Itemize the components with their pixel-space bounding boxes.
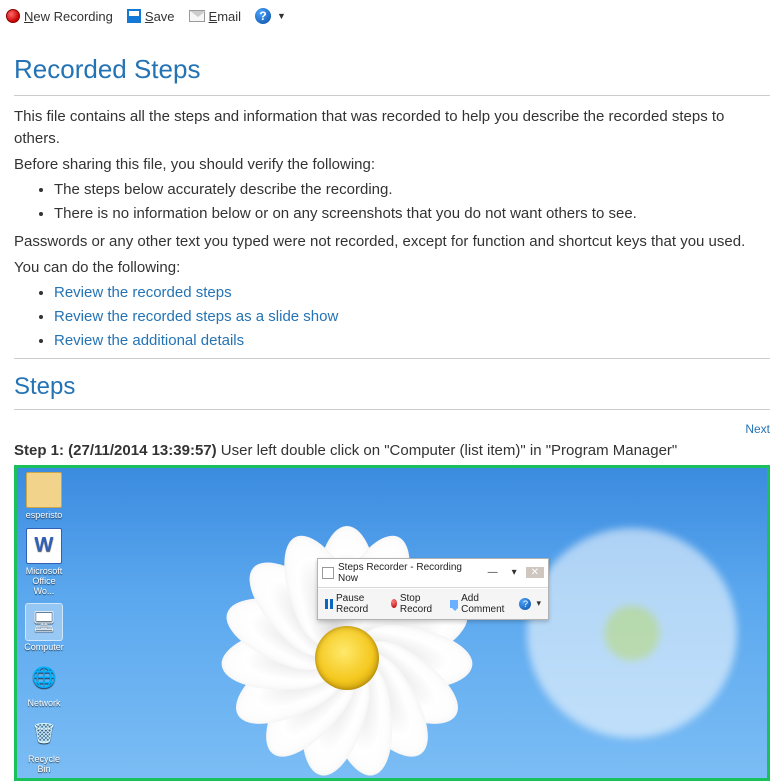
step-description: Step 1: (27/11/2014 13:39:57) User left … xyxy=(14,442,770,459)
intro-text: Before sharing this file, you should ver… xyxy=(14,154,770,176)
intro-text: You can do the following: xyxy=(14,257,770,279)
desktop-icon-label: Microsoft Office Wo... xyxy=(21,566,67,596)
desktop-icon-label: Computer xyxy=(21,642,67,652)
mail-icon xyxy=(189,10,205,22)
save-button[interactable]: Save xyxy=(127,9,175,24)
intro-text: This file contains all the steps and inf… xyxy=(14,106,770,150)
review-slideshow-link[interactable]: Review the recorded steps as a slide sho… xyxy=(54,308,338,325)
record-icon xyxy=(6,9,20,23)
divider xyxy=(14,358,770,359)
icon: 🗑 xyxy=(26,716,62,752)
list-item: There is no information below or on any … xyxy=(54,203,770,225)
popup-help-button[interactable]: ? ▾ xyxy=(516,597,544,611)
next-link[interactable]: Next xyxy=(745,422,770,436)
new-recording-button[interactable]: New Recording xyxy=(6,9,113,24)
list-item: Review the recorded steps as a slide sho… xyxy=(54,306,770,328)
desktop-icon[interactable]: 🖥 Computer xyxy=(21,604,67,652)
help-icon: ? xyxy=(255,8,271,24)
list-item: The steps below accurately describe the … xyxy=(54,179,770,201)
expand-button[interactable]: ▾ xyxy=(507,567,522,578)
toolbar: New Recording Save Email ? ▼ xyxy=(0,0,784,32)
desktop-icon-label: Recycle Bin xyxy=(21,754,67,774)
icon: 🖥 xyxy=(26,604,62,640)
popup-title: Steps Recorder - Recording Now xyxy=(338,562,479,584)
popup-toolbar: Pause Record Stop Record Add Comment ? ▾ xyxy=(318,588,548,619)
popup-titlebar[interactable]: Steps Recorder - Recording Now — ▾ ✕ xyxy=(318,559,548,588)
add-comment-button[interactable]: Add Comment xyxy=(447,592,510,616)
pause-icon xyxy=(325,599,333,609)
close-button[interactable]: ✕ xyxy=(526,567,544,578)
desktop-icon-label: esperisto xyxy=(21,510,67,520)
wallpaper-detail xyxy=(527,528,737,738)
divider xyxy=(14,95,770,96)
list-item: Review the additional details xyxy=(54,330,770,352)
steps-recorder-popup: Steps Recorder - Recording Now — ▾ ✕ Pau… xyxy=(317,558,549,620)
icon: W xyxy=(26,528,62,564)
review-steps-link[interactable]: Review the recorded steps xyxy=(54,284,232,301)
stop-icon xyxy=(391,599,397,608)
pause-record-button[interactable]: Pause Record xyxy=(322,592,382,616)
desktop-icons: esperisto WMicrosoft Office Wo... 🖥 Compute… xyxy=(21,472,67,781)
page-title: Recorded Steps xyxy=(14,54,770,85)
verify-list: The steps below accurately describe the … xyxy=(14,179,770,225)
desktop-icon[interactable]: esperisto xyxy=(21,472,67,520)
desktop-icon[interactable]: 🗑Recycle Bin xyxy=(21,716,67,774)
chevron-down-icon: ▼ xyxy=(277,11,286,21)
email-button[interactable]: Email xyxy=(189,9,242,24)
app-icon xyxy=(322,567,334,579)
list-item: Review the recorded steps xyxy=(54,282,770,304)
icon: 🌐 xyxy=(26,660,62,696)
divider xyxy=(14,409,770,410)
help-icon: ? xyxy=(519,598,531,610)
minimize-button[interactable]: — xyxy=(483,567,503,578)
action-links-list: Review the recorded steps Review the rec… xyxy=(14,282,770,351)
intro-text: Passwords or any other text you typed we… xyxy=(14,231,770,253)
desktop-icon[interactable]: 🌐 Network xyxy=(21,660,67,708)
comment-icon xyxy=(450,600,458,608)
stop-record-button[interactable]: Stop Record xyxy=(388,592,441,616)
step-nav: Next xyxy=(14,420,770,438)
help-button[interactable]: ? ▼ xyxy=(255,8,286,24)
chevron-down-icon: ▾ xyxy=(536,598,541,609)
desktop-icon-label: Network xyxy=(21,698,67,708)
save-icon xyxy=(127,9,141,23)
steps-title: Steps xyxy=(14,373,770,401)
step-screenshot: esperisto WMicrosoft Office Wo... 🖥 Compute… xyxy=(14,465,770,781)
desktop-icon[interactable]: WMicrosoft Office Wo... xyxy=(21,528,67,596)
icon xyxy=(26,472,62,508)
review-details-link[interactable]: Review the additional details xyxy=(54,332,244,349)
